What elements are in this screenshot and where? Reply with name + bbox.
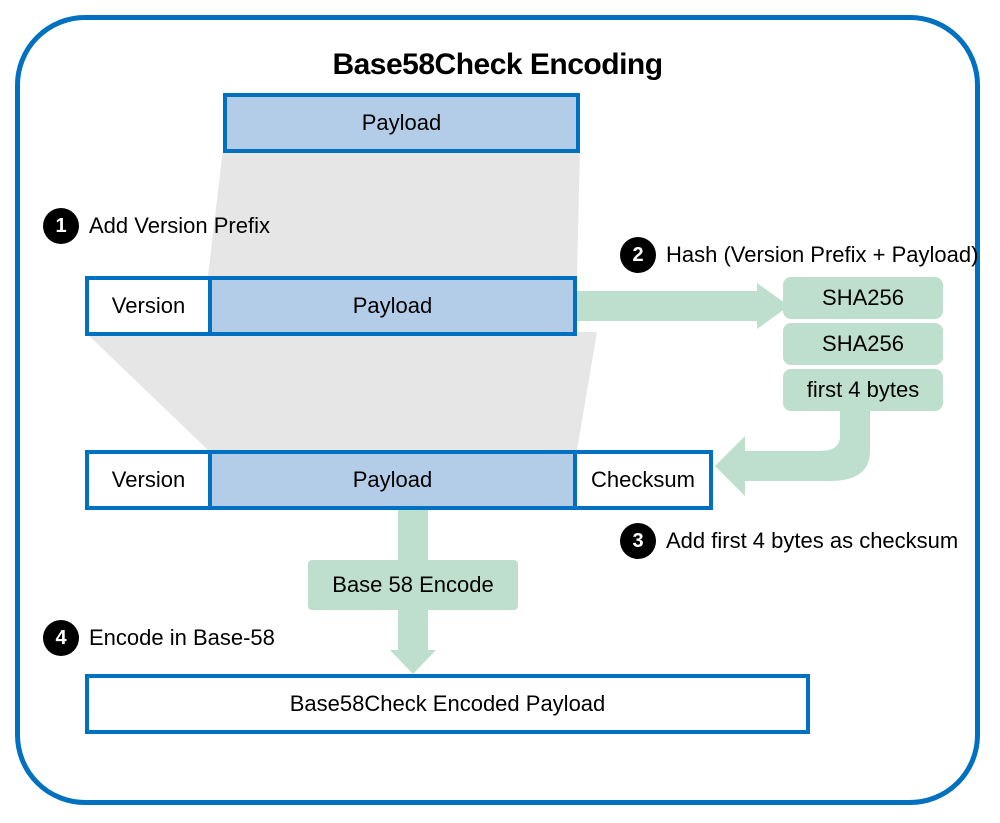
row3-checksum-box: Checksum xyxy=(573,450,713,510)
final-box: Base58Check Encoded Payload xyxy=(85,674,810,734)
row3-payload-label: Payload xyxy=(353,467,433,493)
row3-checksum-label: Checksum xyxy=(591,467,695,493)
row2-payload-label: Payload xyxy=(353,293,433,319)
row3-payload-box: Payload xyxy=(208,450,577,510)
arrow-from-hash xyxy=(710,411,910,501)
step-1-label: Add Version Prefix xyxy=(89,213,270,239)
row2-version-box: Version xyxy=(85,276,212,336)
arrow-down-final xyxy=(390,610,436,676)
step-4-badge: 4 xyxy=(43,620,79,656)
hash-first4-label: first 4 bytes xyxy=(807,377,919,403)
base58-encode-label: Base 58 Encode xyxy=(332,572,493,598)
step-3: 3 Add first 4 bytes as checksum xyxy=(620,523,958,559)
row1-payload-box: Payload xyxy=(223,93,580,153)
step-2-label: Hash (Version Prefix + Payload) xyxy=(666,242,978,268)
arrow-down-stem xyxy=(398,510,428,565)
row3-version-box: Version xyxy=(85,450,212,510)
step-2: 2 Hash (Version Prefix + Payload) xyxy=(620,237,978,273)
base58-encode-box: Base 58 Encode xyxy=(308,560,518,610)
row2-payload-box: Payload xyxy=(208,276,577,336)
step-1: 1 Add Version Prefix xyxy=(43,208,270,244)
final-label: Base58Check Encoded Payload xyxy=(290,691,606,717)
step-3-label: Add first 4 bytes as checksum xyxy=(666,528,958,554)
step-4: 4 Encode in Base-58 xyxy=(43,620,275,656)
row3-version-label: Version xyxy=(112,467,185,493)
hash-sha256-1: SHA256 xyxy=(783,277,943,319)
step-1-badge: 1 xyxy=(43,208,79,244)
row2-version-label: Version xyxy=(112,293,185,319)
hash-first4: first 4 bytes xyxy=(783,369,943,411)
hash-sha256-2: SHA256 xyxy=(783,323,943,365)
step-2-badge: 2 xyxy=(620,237,656,273)
arrow-to-hash xyxy=(577,283,797,329)
step-3-badge: 3 xyxy=(620,523,656,559)
hash-sha256-2-label: SHA256 xyxy=(822,331,904,357)
step-4-label: Encode in Base-58 xyxy=(89,625,275,651)
row1-payload-label: Payload xyxy=(362,110,442,136)
hash-sha256-1-label: SHA256 xyxy=(822,285,904,311)
